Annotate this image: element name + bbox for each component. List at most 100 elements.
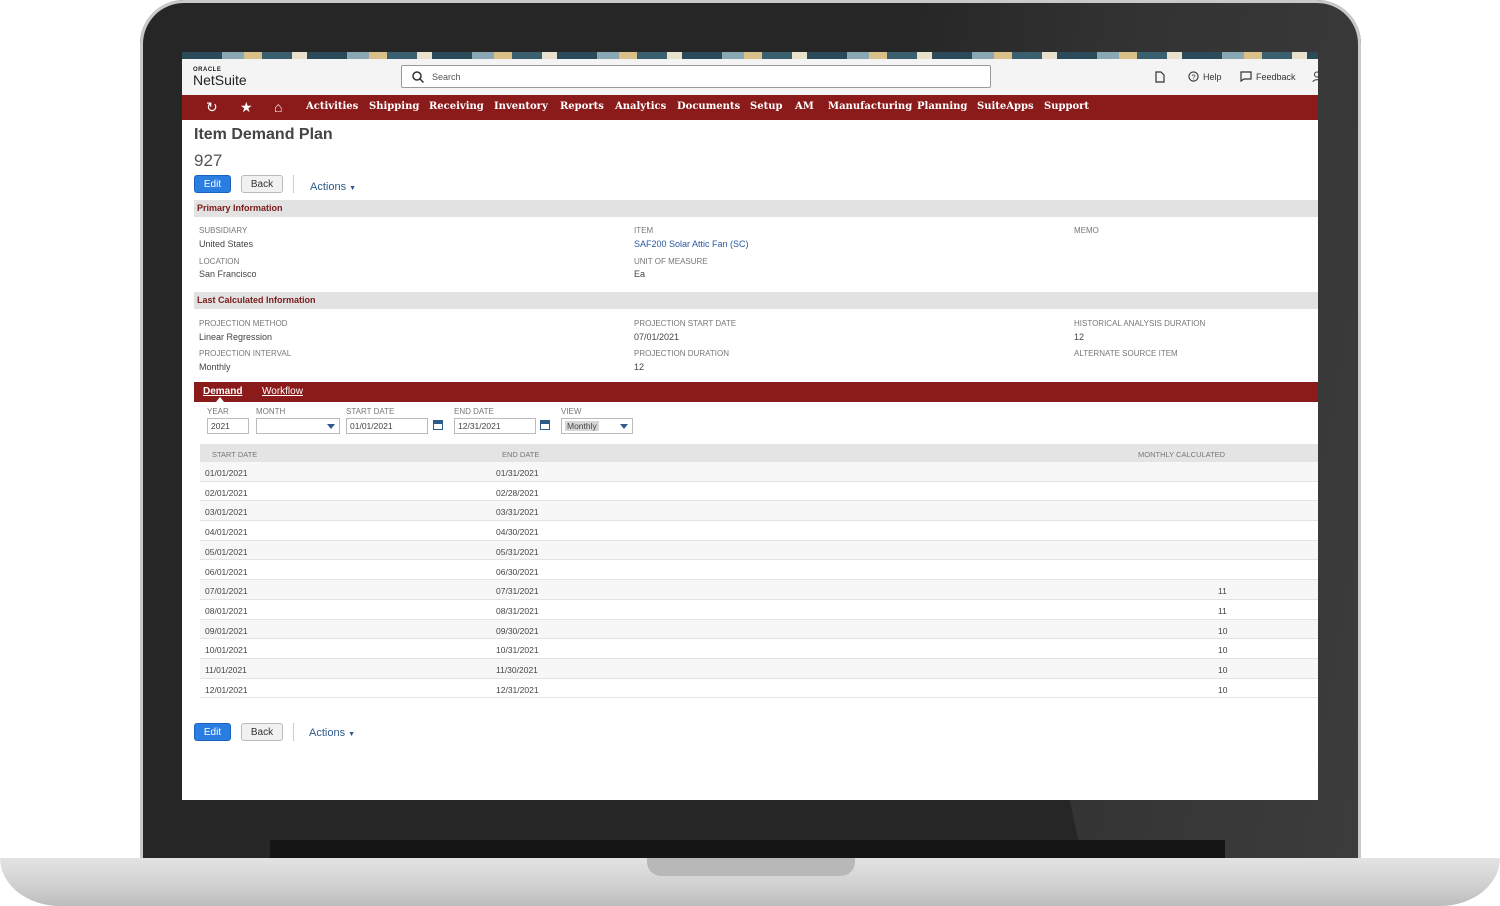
table-row: 01/01/2021 01/31/2021 <box>200 462 1318 482</box>
section-title: Last Calculated Information <box>197 295 316 305</box>
historical-duration-value: 12 <box>1074 332 1085 342</box>
nav-inventory[interactable]: Inventory <box>494 101 548 112</box>
recent-records-icon[interactable] <box>1154 71 1166 83</box>
demand-table-body: 01/01/2021 01/31/2021 02/01/2021 02/28/202… <box>182 462 1318 702</box>
start-date-cell: 05/01/2021 <box>205 546 248 557</box>
table-row: 06/01/2021 06/30/2021 <box>200 561 1318 581</box>
nav-support[interactable]: Support <box>1044 101 1089 112</box>
nav-reports[interactable]: Reports <box>560 101 604 112</box>
end-date-cell: 09/30/2021 <box>496 625 539 636</box>
start-date-cell: 01/01/2021 <box>205 468 248 478</box>
view-value: Monthly <box>565 421 599 431</box>
global-search-input[interactable]: Search <box>401 65 991 88</box>
nav-activities[interactable]: Activities <box>306 101 358 112</box>
start-date-label: START DATE <box>346 407 395 416</box>
nav-am[interactable]: AM <box>795 101 814 112</box>
actions-label: Actions <box>309 727 346 739</box>
actions-menu[interactable]: Actions ▼ <box>310 181 356 193</box>
col-start-date[interactable]: START DATE <box>212 450 257 459</box>
start-date-field[interactable]: 01/01/2021 <box>346 418 428 434</box>
end-date-cell: 05/31/2021 <box>496 546 539 557</box>
help-link[interactable]: ? Help <box>1188 71 1222 82</box>
user-icon[interactable] <box>1312 71 1318 83</box>
actions-menu-bottom[interactable]: Actions ▼ <box>309 727 355 739</box>
feedback-label: Feedback <box>1256 71 1296 82</box>
nav-analytics[interactable]: Analytics <box>615 101 666 112</box>
subsidiary-value: United States <box>199 239 254 249</box>
start-date-cell: 10/01/2021 <box>205 645 248 656</box>
projection-method-value: Linear Regression <box>199 332 273 342</box>
netsuite-screen: ORACLE NetSuite Search ? Help Feedback ↻… <box>182 52 1318 800</box>
col-end-date[interactable]: END DATE <box>502 450 539 459</box>
nav-documents[interactable]: Documents <box>677 101 740 112</box>
end-date-cell: 10/31/2021 <box>496 645 539 656</box>
primary-information-section[interactable]: Primary Information <box>194 200 1318 217</box>
table-row: 08/01/2021 08/31/2021 11 <box>200 600 1318 620</box>
end-date-field[interactable]: 12/31/2021 <box>454 418 536 434</box>
alternate-source-label: ALTERNATE SOURCE ITEM <box>1074 349 1178 358</box>
table-row: 09/01/2021 09/30/2021 10 <box>200 619 1318 640</box>
person-icon <box>1312 71 1318 83</box>
main-nav: ↻ ★ ⌂ Activities Shipping Receiving Inve… <box>182 95 1318 120</box>
page-title: Item Demand Plan <box>194 126 333 143</box>
edit-button[interactable]: Edit <box>194 175 231 193</box>
nav-receiving[interactable]: Receiving <box>429 101 484 112</box>
uom-value: Ea <box>634 269 646 279</box>
view-select[interactable]: Monthly <box>561 418 633 434</box>
star-icon[interactable]: ★ <box>240 99 253 116</box>
record-number: 927 <box>194 151 223 170</box>
end-date-cell: 02/28/2021 <box>496 487 539 498</box>
caret-down-icon: ▼ <box>349 185 357 192</box>
month-label: MONTH <box>256 407 286 416</box>
nav-suiteapps[interactable]: SuiteApps <box>977 101 1034 112</box>
search-placeholder: Search <box>432 72 461 82</box>
header-pattern <box>182 52 1318 59</box>
start-date-cell: 09/01/2021 <box>205 625 248 636</box>
laptop-bezel <box>270 840 1225 858</box>
dropdown-arrow-icon <box>327 424 335 429</box>
uom-label: UNIT OF MEASURE <box>634 257 708 266</box>
nav-setup[interactable]: Setup <box>750 101 782 112</box>
nav-manufacturing[interactable]: Manufacturing <box>828 101 912 112</box>
month-select[interactable] <box>256 418 340 434</box>
laptop-notch <box>647 858 855 876</box>
calendar-icon[interactable] <box>540 420 550 430</box>
document-icon <box>1155 71 1165 83</box>
table-row: 02/01/2021 02/28/2021 <box>200 482 1318 502</box>
end-date-cell: 12/31/2021 <box>496 684 539 695</box>
tab-demand[interactable]: Demand <box>203 386 242 397</box>
year-field[interactable]: 2021 <box>207 418 249 434</box>
start-date-cell: 11/01/2021 <box>205 665 247 675</box>
start-date-cell: 07/01/2021 <box>205 586 248 597</box>
recent-icon[interactable]: ↻ <box>206 99 218 116</box>
table-row: 03/01/2021 03/31/2021 <box>200 501 1318 522</box>
logo-netsuite: NetSuite <box>193 72 247 88</box>
feedback-link[interactable]: Feedback <box>1240 71 1296 82</box>
nav-planning[interactable]: Planning <box>917 101 967 112</box>
projection-duration-label: PROJECTION DURATION <box>634 349 729 358</box>
col-monthly-calculated[interactable]: MONTHLY CALCULATED <box>1138 450 1225 459</box>
caret-down-icon: ▼ <box>348 731 356 738</box>
search-icon <box>412 71 425 84</box>
subsidiary-label: SUBSIDIARY <box>199 226 248 235</box>
home-icon[interactable]: ⌂ <box>274 99 282 116</box>
netsuite-logo[interactable]: ORACLE NetSuite <box>193 67 247 87</box>
location-value: San Francisco <box>199 269 257 279</box>
calendar-icon[interactable] <box>433 420 443 430</box>
back-button-bottom[interactable]: Back <box>241 723 283 741</box>
toolbar-divider <box>293 723 294 741</box>
tab-workflow[interactable]: Workflow <box>262 386 303 397</box>
table-row: 10/01/2021 10/31/2021 10 <box>200 639 1318 659</box>
projection-duration-value: 12 <box>634 362 645 372</box>
top-header: ORACLE NetSuite Search ? Help Feedback <box>182 59 1318 95</box>
table-row: 04/01/2021 04/30/2021 <box>200 521 1318 541</box>
item-link[interactable]: SAF200 Solar Attic Fan (SC) <box>634 239 749 249</box>
item-label: ITEM <box>634 226 654 235</box>
toolbar-divider <box>293 175 294 193</box>
last-calculated-section[interactable]: Last Calculated Information <box>194 292 1318 309</box>
monthly-calculated-cell: 10 <box>1218 625 1228 636</box>
location-label: LOCATION <box>199 257 240 266</box>
back-button[interactable]: Back <box>241 175 283 193</box>
nav-shipping[interactable]: Shipping <box>369 101 419 112</box>
edit-button-bottom[interactable]: Edit <box>194 723 231 741</box>
